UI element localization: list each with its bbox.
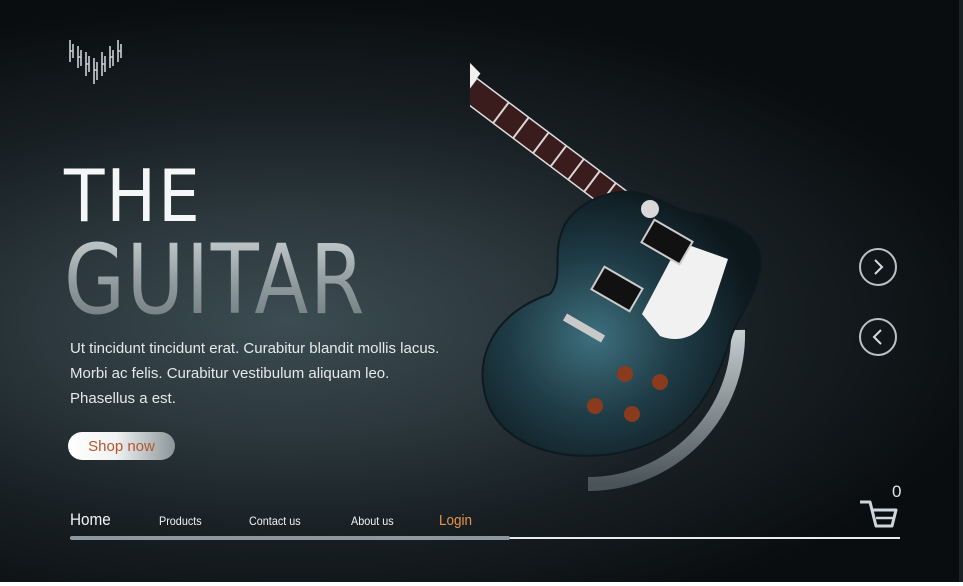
cart-icon[interactable] (858, 498, 898, 530)
carousel-next-button[interactable] (859, 248, 897, 286)
nav-item-home[interactable]: Home (70, 510, 111, 530)
nav-item-products[interactable]: Products (159, 514, 202, 528)
chevron-left-icon (872, 329, 882, 345)
nav-item-contact-us[interactable]: Contact us (249, 514, 301, 528)
hero-title-line1: THE (64, 154, 202, 238)
hero-description: Ut tincidunt tincidunt erat. Curabitur b… (70, 340, 440, 407)
shop-now-button[interactable]: Shop now (68, 432, 175, 460)
nav-item-login[interactable]: Login (439, 512, 472, 529)
bottom-edge-strip (0, 582, 963, 586)
nav-item-about-us[interactable]: About us (351, 514, 394, 528)
brand-logo (69, 40, 122, 84)
nav-active-indicator (70, 536, 510, 540)
hero-title-line2: GUITAR (64, 224, 367, 336)
carousel-prev-button[interactable] (859, 318, 897, 356)
chevron-right-icon (874, 259, 884, 275)
right-edge-strip (959, 0, 963, 586)
